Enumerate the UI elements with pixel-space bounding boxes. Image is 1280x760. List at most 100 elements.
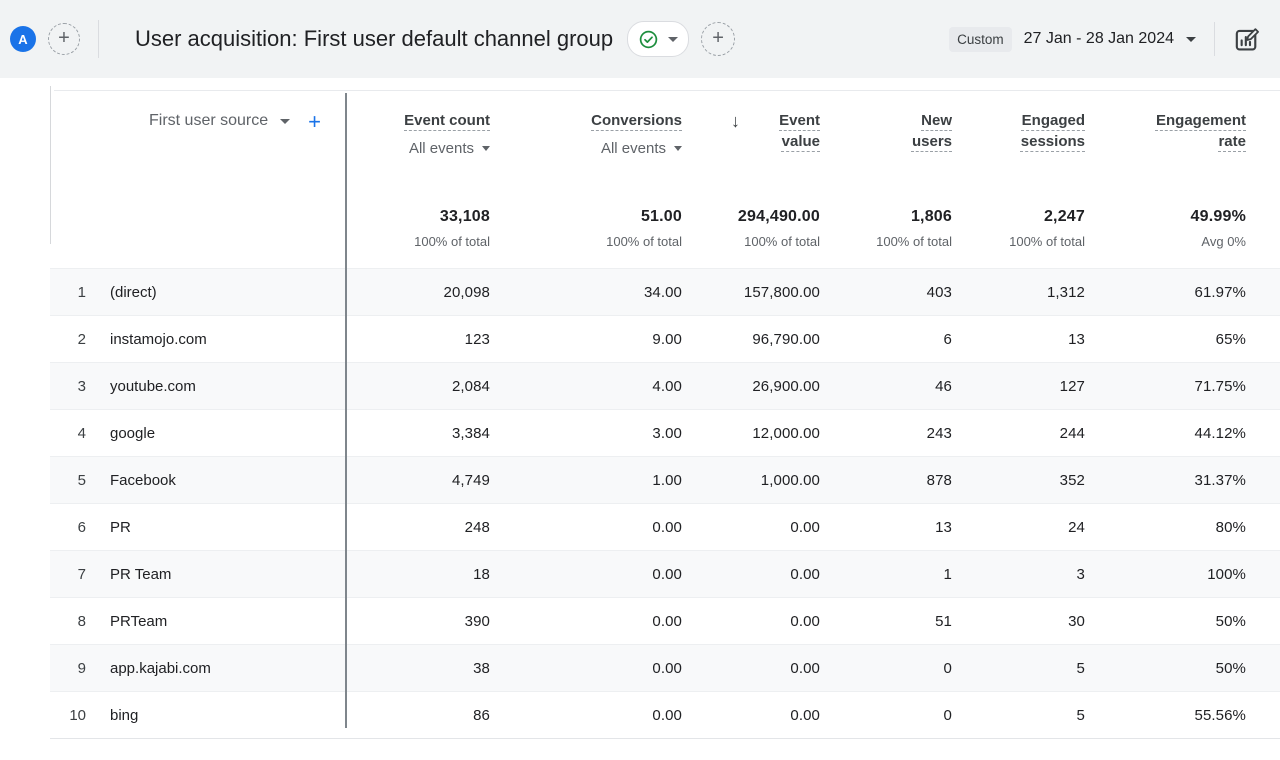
- column-label: Conversions: [591, 110, 682, 131]
- page-title: User acquisition: First user default cha…: [135, 26, 613, 52]
- cell-engaged-sessions: 13: [952, 331, 1085, 348]
- column-header-engaged-sessions[interactable]: Engaged sessions: [952, 90, 1085, 190]
- cell-event-count: 3,384: [345, 425, 490, 442]
- add-property-button[interactable]: +: [48, 23, 80, 55]
- cell-engaged-sessions: 352: [952, 472, 1085, 489]
- cell-engagement-rate: 80%: [1085, 519, 1246, 536]
- chevron-down-icon: [280, 119, 290, 124]
- total-subtext: 100% of total: [744, 234, 820, 249]
- all-events-selector[interactable]: All events: [409, 140, 490, 157]
- cell-conversions: 0.00: [490, 519, 682, 536]
- chevron-down-icon: [482, 146, 490, 151]
- cell-event-value: 157,800.00: [682, 284, 820, 301]
- customize-report-button[interactable]: [1233, 26, 1260, 53]
- table-row: 8 PRTeam 390 0.00 0.00 51 30 50%: [50, 597, 1280, 644]
- cell-event-value: 0.00: [682, 566, 820, 583]
- cell-engagement-rate: 100%: [1085, 566, 1246, 583]
- row-index: 4: [50, 425, 86, 442]
- cell-conversions: 4.00: [490, 378, 682, 395]
- table-row: 5 Facebook 4,749 1.00 1,000.00 878 352 3…: [50, 456, 1280, 503]
- cell-engagement-rate: 50%: [1085, 613, 1246, 630]
- total-new-users: 1,806 100% of total: [820, 190, 952, 268]
- column-header-engagement-rate[interactable]: Engagement rate: [1085, 90, 1246, 190]
- row-source: Facebook: [86, 472, 345, 489]
- table-rows: 1 (direct) 20,098 34.00 157,800.00 403 1…: [50, 268, 1280, 739]
- cell-new-users: 243: [820, 425, 952, 442]
- header-divider: [98, 20, 99, 58]
- cell-engagement-rate: 50%: [1085, 660, 1246, 677]
- row-source: google: [86, 425, 345, 442]
- table-row: 9 app.kajabi.com 38 0.00 0.00 0 5 50%: [50, 644, 1280, 691]
- cell-event-value: 26,900.00: [682, 378, 820, 395]
- total-subtext: Avg 0%: [1201, 234, 1246, 249]
- row-index: 1: [50, 284, 86, 301]
- row-index: 3: [50, 378, 86, 395]
- cell-conversions: 0.00: [490, 566, 682, 583]
- totals-row: 33,108 100% of total 51.00 100% of total…: [50, 190, 1280, 268]
- total-value: 294,490.00: [738, 208, 820, 226]
- report-table: First user source + Event count All even…: [50, 90, 1280, 739]
- column-header-event-count[interactable]: Event count All events: [345, 90, 490, 190]
- cell-engaged-sessions: 5: [952, 707, 1085, 724]
- total-value: 2,247: [1044, 208, 1085, 226]
- cell-conversions: 0.00: [490, 707, 682, 724]
- cell-new-users: 13: [820, 519, 952, 536]
- cell-engaged-sessions: 127: [952, 378, 1085, 395]
- app-header: A + User acquisition: First user default…: [0, 0, 1280, 78]
- chevron-down-icon: [668, 37, 678, 42]
- cell-new-users: 1: [820, 566, 952, 583]
- dimension-header-dropdown[interactable]: First user source +: [50, 90, 345, 190]
- add-comparison-button[interactable]: +: [701, 22, 735, 56]
- cell-event-value: 0.00: [682, 613, 820, 630]
- column-label: Engagement rate: [1140, 110, 1246, 152]
- plus-icon: +: [308, 109, 321, 134]
- row-index: 7: [50, 566, 86, 583]
- all-events-selector[interactable]: All events: [601, 140, 682, 157]
- cell-event-count: 86: [345, 707, 490, 724]
- cell-new-users: 878: [820, 472, 952, 489]
- cell-event-count: 38: [345, 660, 490, 677]
- date-range-mode-badge: Custom: [949, 27, 1012, 52]
- cell-conversions: 9.00: [490, 331, 682, 348]
- cell-engagement-rate: 61.97%: [1085, 284, 1246, 301]
- cell-engagement-rate: 31.37%: [1085, 472, 1246, 489]
- column-header-new-users[interactable]: New users: [820, 90, 952, 190]
- total-subtext: 100% of total: [414, 234, 490, 249]
- cell-event-value: 12,000.00: [682, 425, 820, 442]
- total-subtext: 100% of total: [606, 234, 682, 249]
- row-source: bing: [86, 707, 345, 724]
- row-index: 10: [50, 707, 86, 724]
- cell-new-users: 0: [820, 707, 952, 724]
- avatar[interactable]: A: [10, 26, 36, 52]
- report-status-dropdown[interactable]: [627, 21, 689, 57]
- cell-new-users: 46: [820, 378, 952, 395]
- total-engagement-rate: 49.99% Avg 0%: [1085, 190, 1246, 268]
- sort-descending-icon: ↓: [731, 111, 740, 132]
- row-source: app.kajabi.com: [86, 660, 345, 677]
- row-index: 9: [50, 660, 86, 677]
- cell-engaged-sessions: 30: [952, 613, 1085, 630]
- cell-conversions: 0.00: [490, 613, 682, 630]
- column-header-conversions[interactable]: Conversions All events: [490, 90, 682, 190]
- cell-event-count: 4,749: [345, 472, 490, 489]
- date-range-label[interactable]: 27 Jan - 28 Jan 2024: [1024, 30, 1174, 48]
- column-label: Event value: [762, 110, 820, 152]
- total-subtext: 100% of total: [1009, 234, 1085, 249]
- check-circle-icon: [638, 29, 659, 50]
- column-label: Event count: [404, 110, 490, 131]
- table-row: 4 google 3,384 3.00 12,000.00 243 244 44…: [50, 409, 1280, 456]
- table-header-row: First user source + Event count All even…: [50, 90, 1280, 190]
- cell-new-users: 403: [820, 284, 952, 301]
- add-column-button[interactable]: +: [308, 112, 321, 132]
- cell-engaged-sessions: 24: [952, 519, 1085, 536]
- cell-event-count: 390: [345, 613, 490, 630]
- total-value: 1,806: [911, 208, 952, 226]
- table-row: 10 bing 86 0.00 0.00 0 5 55.56%: [50, 691, 1280, 739]
- total-value: 49.99%: [1191, 208, 1246, 226]
- column-header-event-value[interactable]: ↓ Event value: [682, 90, 820, 190]
- table-left-hairline: [50, 86, 51, 244]
- chevron-down-icon[interactable]: [1186, 37, 1196, 42]
- cell-conversions: 0.00: [490, 660, 682, 677]
- row-index: 2: [50, 331, 86, 348]
- row-source: youtube.com: [86, 378, 345, 395]
